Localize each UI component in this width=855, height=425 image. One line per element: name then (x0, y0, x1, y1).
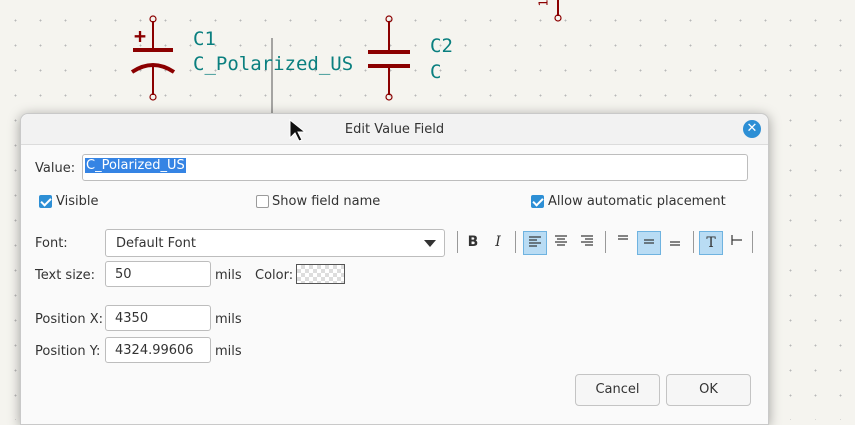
align-right-button[interactable] (575, 231, 599, 255)
edit-value-field-dialog: Edit Value Field ✕ Value: C_Polarized_US… (20, 113, 769, 425)
valign-center-icon (644, 239, 654, 244)
bold-button[interactable]: B (461, 231, 485, 255)
valign-bottom-button[interactable] (663, 231, 687, 255)
ok-button[interactable]: OK (666, 374, 751, 406)
allow-automatic-placement-label[interactable]: Allow automatic placement (548, 194, 726, 209)
c1-reference[interactable]: C1 (193, 28, 216, 50)
position-x-label: Position X: (35, 312, 104, 327)
text-size-label: Text size: (35, 268, 96, 283)
visible-checkbox[interactable] (39, 195, 52, 208)
toolbar-separator (752, 231, 753, 253)
value-label: Value: (35, 161, 76, 176)
valign-center-button[interactable] (637, 231, 661, 255)
toolbar-separator (457, 231, 458, 253)
close-icon: ✕ (746, 121, 758, 136)
toolbar-separator (605, 231, 606, 253)
valign-bottom-icon (670, 241, 680, 246)
font-dropdown-value: Default Font (116, 236, 196, 251)
c2-reference[interactable]: C2 (430, 35, 453, 57)
align-center-button[interactable] (549, 231, 573, 255)
align-left-icon (529, 236, 541, 247)
position-x-input[interactable]: 4350 (105, 305, 211, 331)
position-y-input[interactable]: 4324.99606 (105, 337, 211, 363)
dialog-title: Edit Value Field (344, 122, 445, 137)
c2-value[interactable]: C (430, 61, 441, 83)
text-t-icon: T (706, 235, 716, 251)
value-input-text: C_Polarized_US (85, 158, 186, 173)
toolbar-separator (693, 231, 694, 253)
align-center-icon (555, 235, 567, 246)
mouse-cursor-icon (289, 119, 307, 142)
text-size-unit: mils (215, 268, 242, 283)
capacitor-c2-symbol[interactable] (368, 15, 410, 101)
chevron-down-icon (424, 240, 436, 247)
c1-value[interactable]: C_Polarized_US (193, 53, 353, 75)
dialog-titlebar[interactable]: Edit Value Field ✕ (21, 114, 768, 145)
toolbar-separator (515, 231, 516, 253)
italic-button[interactable]: I (486, 231, 510, 255)
align-right-icon (581, 235, 593, 246)
pin-number: 1 (536, 0, 551, 7)
text-orientation-vertical-button[interactable] (725, 231, 749, 255)
font-label: Font: (35, 236, 68, 251)
allow-automatic-placement-checkbox[interactable] (531, 195, 544, 208)
show-field-name-checkbox[interactable] (256, 195, 269, 208)
position-y-label: Position Y: (35, 344, 101, 359)
visible-label[interactable]: Visible (56, 194, 98, 209)
text-orientation-horizontal-button[interactable]: T (699, 231, 723, 255)
cancel-button[interactable]: Cancel (575, 374, 660, 406)
color-swatch[interactable] (296, 264, 345, 284)
font-dropdown[interactable]: Default Font (105, 229, 445, 257)
color-label: Color: (255, 268, 294, 283)
valign-top-icon (618, 235, 628, 240)
text-vertical-icon (731, 235, 742, 245)
align-left-button[interactable] (523, 231, 547, 255)
show-field-name-label[interactable]: Show field name (272, 194, 380, 209)
close-button[interactable]: ✕ (743, 120, 761, 138)
value-input[interactable]: C_Polarized_US (82, 154, 748, 181)
valign-top-button[interactable] (611, 231, 635, 255)
text-size-input[interactable]: 50 (105, 261, 211, 287)
top-right-pin[interactable] (554, 0, 562, 22)
position-x-unit: mils (215, 312, 242, 327)
position-y-unit: mils (215, 344, 242, 359)
plus-sign: + (134, 24, 147, 48)
